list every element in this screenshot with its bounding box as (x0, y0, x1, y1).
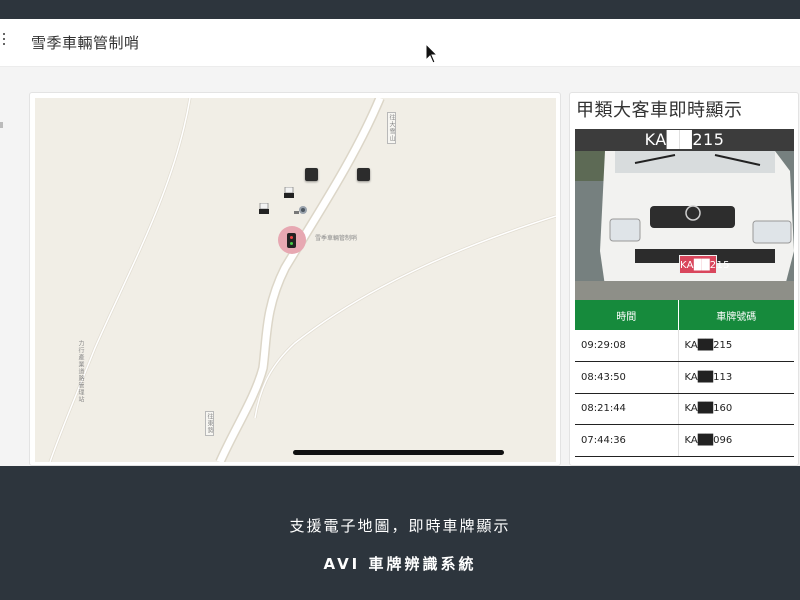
edge-mark (0, 122, 3, 128)
light-marker-icon[interactable] (284, 187, 294, 198)
license-plate: KA██215 (679, 255, 729, 274)
caption-line-2: AVI 車牌辨識系統 (323, 555, 477, 573)
station-location-pin[interactable] (278, 226, 306, 254)
traffic-light-icon (287, 233, 296, 248)
table-row[interactable]: 08:21:44 KA██160 (575, 393, 794, 425)
bus-image (575, 151, 794, 300)
map-roads (48, 98, 556, 462)
caption-line-1: 支援電子地圖，即時車牌顯示 (289, 517, 511, 535)
cctv-camera-icon[interactable] (294, 205, 308, 215)
cell-time: 08:43:50 (575, 361, 679, 394)
electronic-map[interactable]: 往大雪山 雪季車輛管制哨 力行產業道路管理站 往東勢 (35, 98, 556, 462)
map-label-road-bottom: 往東勢 (205, 411, 214, 436)
cell-plate: KA██160 (678, 393, 794, 425)
home-indicator (293, 450, 504, 455)
light-marker-icon[interactable] (259, 203, 269, 214)
map-label-station-left: 力行產業道路管理站 (77, 340, 84, 403)
cell-plate: KA██113 (678, 361, 794, 394)
table-row[interactable]: 07:44:36 KA██096 (575, 424, 794, 457)
camera-box-marker[interactable] (305, 168, 318, 181)
panel-title: 甲類大客車即時顯示 (576, 100, 743, 121)
cell-time: 09:29:08 (575, 330, 679, 362)
camera-box-marker[interactable] (357, 168, 370, 181)
map-label-station: 雪季車輛管制哨 (315, 235, 358, 242)
table-row[interactable]: 09:29:08 KA██215 (575, 330, 794, 362)
col-header-plate: 車牌號碼 (678, 300, 794, 330)
app-title: 雪季車輛管制哨 (31, 34, 140, 52)
vehicle-photo[interactable]: KA██215 KA██215 (575, 129, 794, 300)
plate-log-table: 時間 車牌號碼 09:29:08 KA██215 08:43:50 KA██11… (575, 300, 794, 457)
photo-plate-label: KA██215 (575, 129, 794, 151)
top-strip (0, 0, 800, 19)
cell-time: 07:44:36 (575, 424, 679, 457)
menu-dots-icon[interactable] (1, 33, 7, 49)
map-card: 往大雪山 雪季車輛管制哨 力行產業道路管理站 往東勢 (29, 92, 561, 466)
cell-time: 08:21:44 (575, 393, 679, 425)
cell-plate: KA██096 (678, 424, 794, 457)
col-header-time: 時間 (575, 300, 679, 330)
app-window: 雪季車輛管制哨 往大雪山 雪季車輛管制哨 力行產業道路管理站 往東勢 甲類大客車… (0, 19, 800, 466)
table-header-row: 時間 車牌號碼 (575, 300, 794, 330)
app-header: 雪季車輛管制哨 (0, 19, 800, 67)
live-display-panel: 甲類大客車即時顯示 KA██215 KA██215 時間 車牌號碼 09:29:… (569, 92, 799, 466)
table-row[interactable]: 08:43:50 KA██113 (575, 361, 794, 394)
map-label-road-top: 往大雪山 (387, 112, 396, 144)
mouse-cursor-icon (425, 43, 439, 64)
cell-plate: KA██215 (678, 330, 794, 362)
caption-area: 支援電子地圖，即時車牌顯示 AVI 車牌辨識系統 (0, 466, 800, 600)
